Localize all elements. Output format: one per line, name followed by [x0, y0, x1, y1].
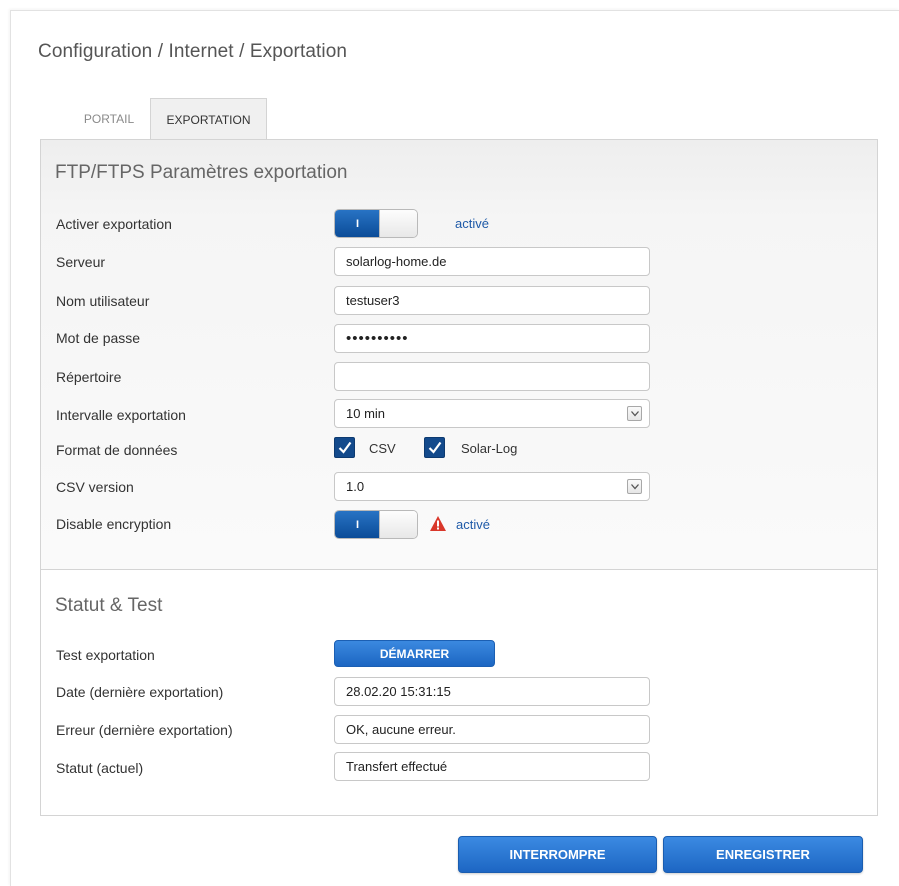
- enable-export-toggle[interactable]: I: [334, 209, 418, 238]
- directory-label: Répertoire: [56, 369, 122, 385]
- last-export-date-label: Date (dernière exportation): [56, 684, 224, 700]
- test-export-label: Test exportation: [56, 647, 155, 663]
- disable-encryption-toggle[interactable]: I: [334, 510, 418, 539]
- interval-value: 10 min: [346, 406, 386, 421]
- username-input[interactable]: testuser3: [334, 286, 650, 315]
- disable-encryption-label: Disable encryption: [56, 516, 172, 532]
- enable-export-label: Activer exportation: [56, 216, 172, 232]
- page: Configuration / Internet / Exportation P…: [10, 10, 899, 886]
- last-export-error-field: OK, aucune erreur.: [334, 715, 650, 744]
- breadcrumb: Configuration / Internet / Exportation: [38, 41, 348, 62]
- csv-option-label: CSV: [369, 441, 396, 456]
- ftp-settings-section: FTP/FTPS Paramètres exportation Activer …: [41, 140, 877, 570]
- checkmark-icon: [428, 441, 442, 454]
- interval-select[interactable]: 10 min: [334, 399, 650, 428]
- password-label: Mot de passe: [56, 330, 141, 346]
- solar-log-checkbox[interactable]: [424, 437, 445, 458]
- toggle-knob: [379, 210, 417, 237]
- warning-icon: [430, 516, 446, 531]
- tab-portail[interactable]: PORTAIL: [69, 98, 149, 139]
- csv-version-value: 1.0: [346, 479, 365, 494]
- server-label: Serveur: [56, 254, 106, 270]
- save-button[interactable]: ENREGISTRER: [663, 836, 863, 873]
- status-section-title: Statut & Test: [55, 595, 163, 616]
- disable-encryption-status: activé: [456, 517, 490, 532]
- ftp-section-title: FTP/FTPS Paramètres exportation: [55, 162, 348, 183]
- start-test-button[interactable]: DÉMARRER: [334, 640, 495, 667]
- tab-bar: PORTAIL EXPORTATION: [69, 98, 269, 141]
- enable-export-status: activé: [455, 216, 489, 231]
- csv-version-select[interactable]: 1.0: [334, 472, 650, 501]
- chevron-down-icon: [627, 406, 642, 421]
- password-input[interactable]: ••••••••••: [334, 324, 650, 353]
- last-export-error-label: Erreur (dernière exportation): [56, 722, 233, 738]
- current-status-label: Statut (actuel): [56, 760, 144, 776]
- csv-version-label: CSV version: [56, 479, 134, 495]
- toggle-on-indicator: I: [335, 210, 380, 237]
- chevron-down-icon: [627, 479, 642, 494]
- tab-exportation[interactable]: EXPORTATION: [150, 98, 267, 141]
- server-input[interactable]: solarlog-home.de: [334, 247, 650, 276]
- csv-checkbox[interactable]: [334, 437, 355, 458]
- username-label: Nom utilisateur: [56, 293, 150, 309]
- cancel-button[interactable]: INTERROMPRE: [458, 836, 657, 873]
- current-status-field: Transfert effectué: [334, 752, 650, 781]
- interval-label: Intervalle exportation: [56, 407, 186, 423]
- last-export-date-field: 28.02.20 15:31:15: [334, 677, 650, 706]
- data-format-label: Format de données: [56, 442, 178, 458]
- checkmark-icon: [338, 441, 352, 454]
- directory-input[interactable]: [334, 362, 650, 391]
- solar-log-option-label: Solar-Log: [461, 441, 518, 456]
- settings-panel: FTP/FTPS Paramètres exportation Activer …: [40, 139, 878, 816]
- toggle-on-indicator: I: [335, 511, 380, 538]
- toggle-knob: [379, 511, 417, 538]
